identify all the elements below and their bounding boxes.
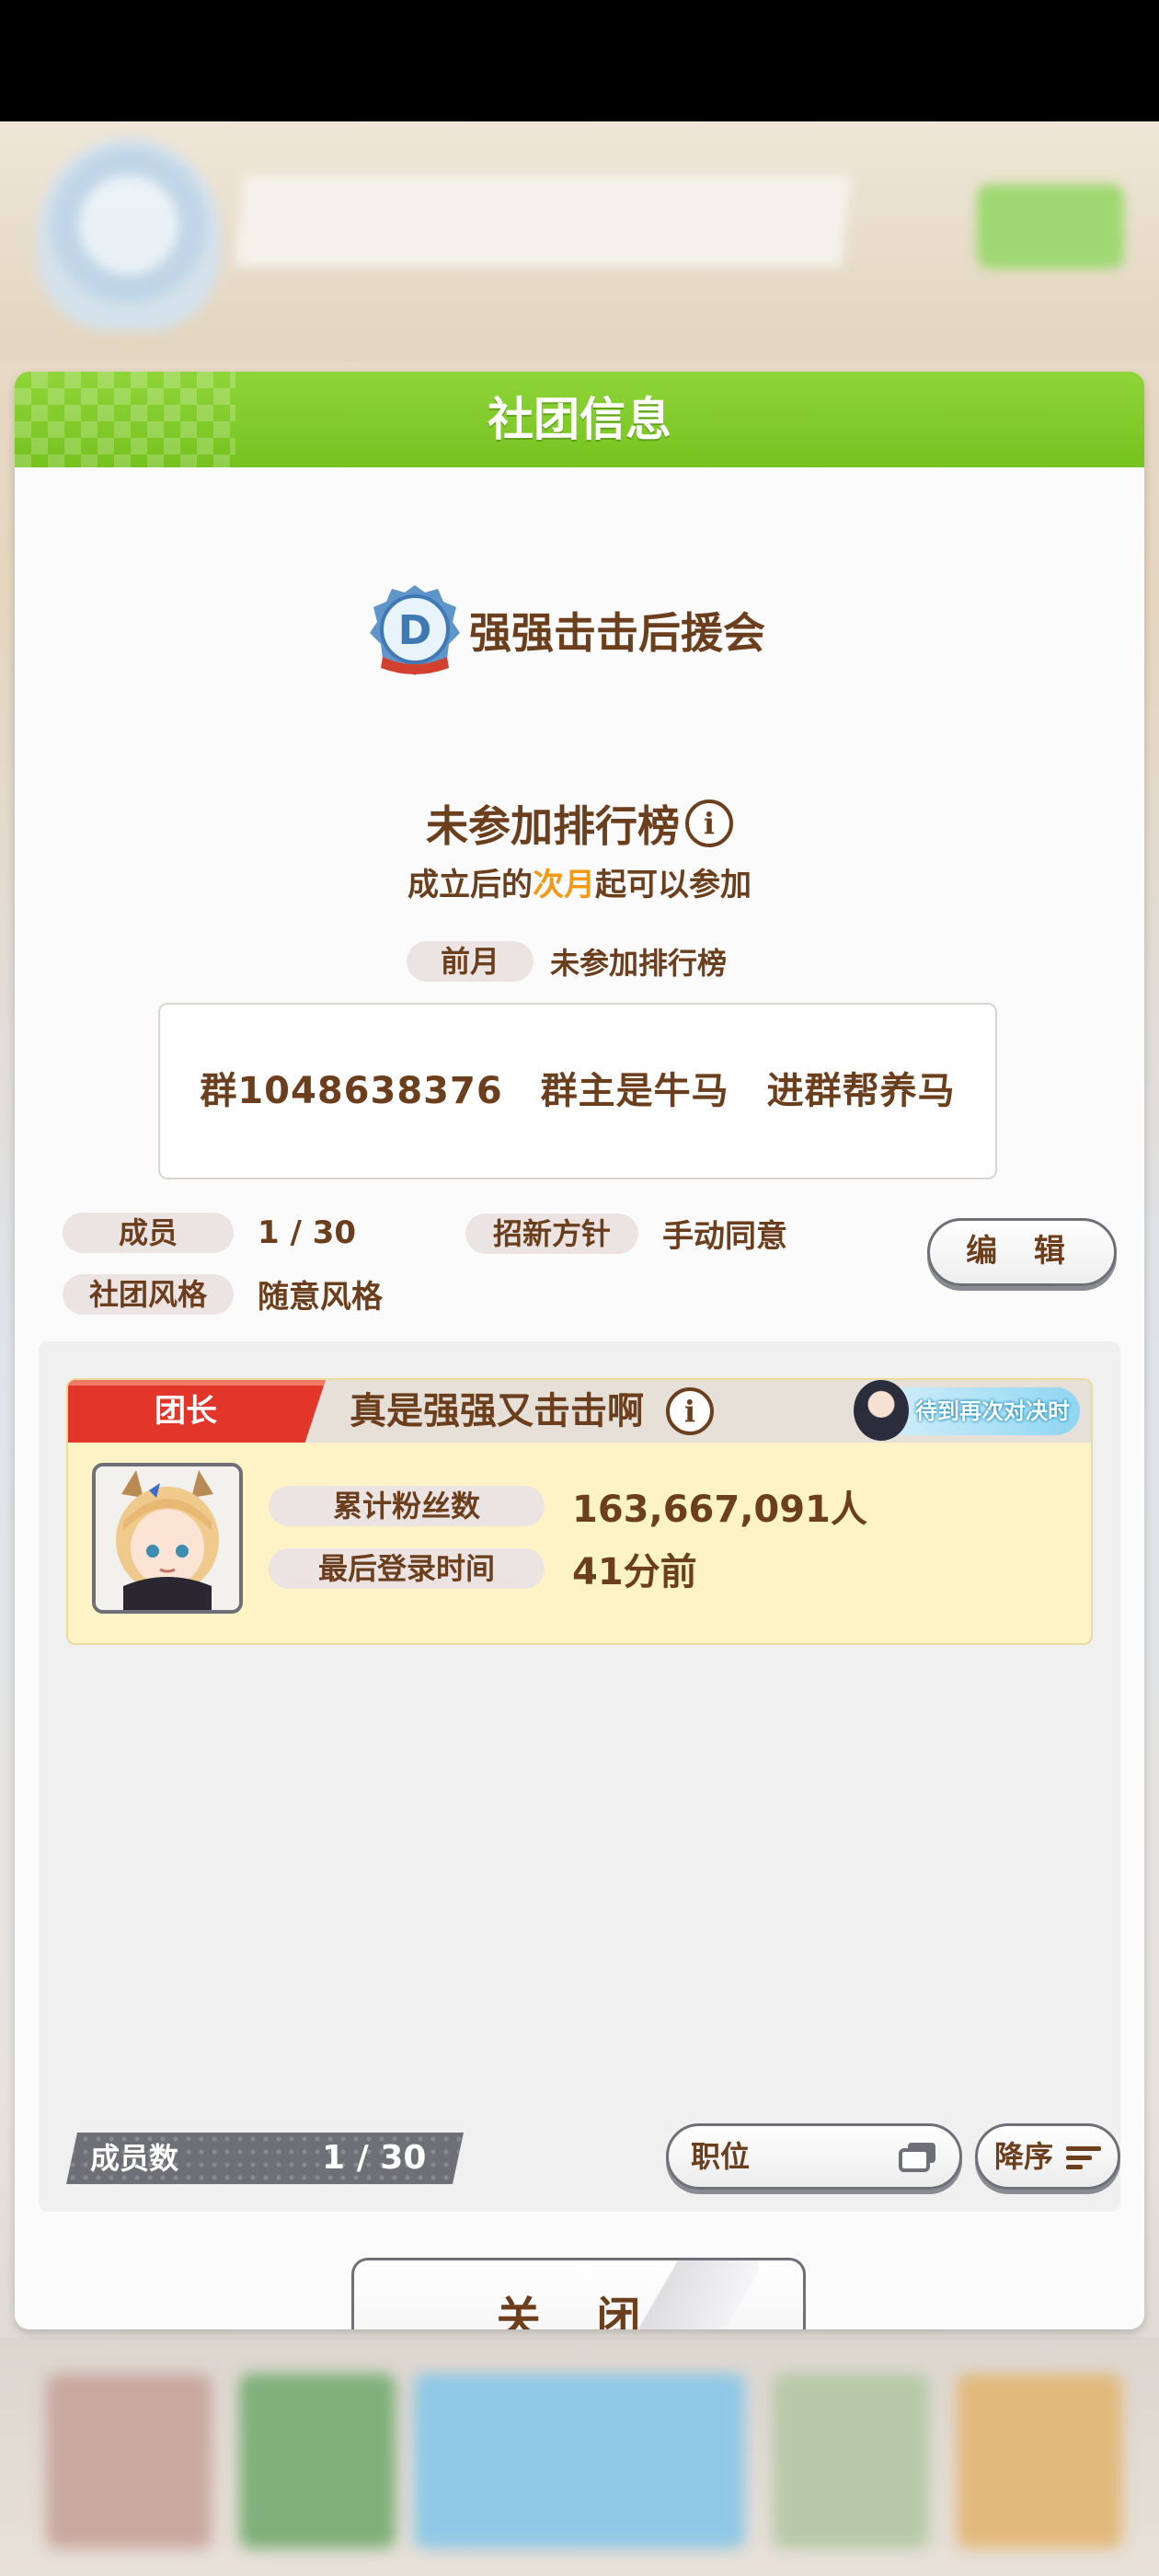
- background-name-bar: [234, 175, 852, 267]
- fans-value: 163,667,091人: [572, 1489, 867, 1531]
- members-row: 成员 1 / 30: [63, 1213, 356, 1253]
- last-login-row: 最后登录时间 41分前: [269, 1542, 697, 1595]
- previous-month-value: 未参加排行榜: [550, 946, 728, 981]
- sort-by-label: 职位: [691, 2139, 751, 2174]
- svg-text:D: D: [398, 607, 432, 654]
- background-nav-tile: [773, 2374, 929, 2548]
- background-nav-tile: [957, 2374, 1122, 2548]
- club-style-row: 社团风格 随意风格: [63, 1271, 383, 1317]
- dialog-title: 社团信息: [488, 393, 671, 446]
- member-count-bar: 成员数 1 / 30: [66, 2133, 464, 2184]
- club-info-dialog: 社团信息 D 强强击击后援会 未参加排行榜 i 成立后的次月起可以参加 前月 未参…: [15, 372, 1144, 2329]
- members-value: 1 / 30: [258, 1214, 357, 1251]
- rematch-badge: 待到再次对决时: [854, 1380, 1080, 1441]
- recruit-policy-value: 手动同意: [662, 1218, 787, 1255]
- member-list-panel: 团长 真是强强又击击啊 i 待到再次对决时 累计粉丝数 163,667,091人…: [39, 1341, 1120, 2212]
- ranking-status: 未参加排行榜 i: [15, 793, 1144, 854]
- previous-month-label: 前月: [407, 941, 534, 982]
- leader-role-label: 团长: [155, 1393, 217, 1430]
- club-header: D 强强击击后援会: [364, 580, 765, 681]
- last-login-value: 41分前: [572, 1551, 697, 1593]
- fans-row: 累计粉丝数 163,667,091人: [269, 1479, 867, 1533]
- close-button-label: 关 闭: [496, 2293, 661, 2329]
- character-portrait-icon: [96, 1466, 239, 1610]
- sort-by-position-button[interactable]: 职位: [666, 2123, 962, 2190]
- edit-button[interactable]: 编 辑: [927, 1218, 1117, 1286]
- ranking-status-title: 未参加排行榜: [426, 801, 680, 851]
- last-login-label: 最后登录时间: [269, 1548, 545, 1589]
- member-count-value: 1 / 30: [322, 2139, 427, 2177]
- ranking-sub-prefix: 成立后的: [407, 867, 533, 903]
- member-avatar[interactable]: [92, 1463, 243, 1614]
- ranking-sub-suffix: 起可以参加: [595, 867, 752, 903]
- club-emblem-icon: D: [370, 585, 460, 675]
- background-nav-tile: [46, 2374, 212, 2548]
- ranking-sub-highlight: 次月: [533, 867, 595, 903]
- club-style-value: 随意风格: [258, 1279, 383, 1316]
- club-name: 强强击击后援会: [469, 608, 765, 658]
- info-icon[interactable]: i: [685, 799, 733, 847]
- club-description: 群1048638376 群主是牛马 进群帮养马: [200, 1070, 956, 1112]
- close-button[interactable]: 关 闭: [351, 2258, 806, 2329]
- dialog-body: D 强强击击后援会 未参加排行榜 i 成立后的次月起可以参加 前月 未参加排行榜 …: [15, 467, 1144, 2329]
- recruit-policy-row: 招新方针 手动同意: [465, 1211, 787, 1256]
- member-info-button[interactable]: i: [666, 1387, 714, 1435]
- sort-order-label: 降序: [994, 2139, 1054, 2174]
- ranking-subtitle: 成立后的次月起可以参加: [15, 859, 1144, 904]
- club-description-box: 群1048638376 群主是牛马 进群帮养马: [158, 1003, 997, 1179]
- dialog-header: 社团信息: [15, 372, 1144, 467]
- sort-order-button[interactable]: 降序: [975, 2123, 1120, 2190]
- background-nav-tile: [414, 2374, 745, 2548]
- member-name: 真是强强又击击啊: [350, 1390, 644, 1432]
- previous-month-row: 前月 未参加排行榜: [407, 940, 727, 983]
- window-toggle-icon: [899, 2143, 935, 2172]
- fans-label: 累计粉丝数: [269, 1486, 545, 1526]
- status-bar: [0, 0, 1159, 121]
- background-club-emblem: [37, 138, 221, 331]
- recruit-policy-label: 招新方针: [465, 1213, 638, 1254]
- member-card[interactable]: 团长 真是强强又击击啊 i 待到再次对决时 累计粉丝数 163,667,091人…: [66, 1378, 1093, 1645]
- rematch-badge-label: 待到再次对决时: [915, 1398, 1070, 1424]
- sort-descending-icon: [1066, 2146, 1101, 2169]
- background-nav-tile: [239, 2374, 396, 2548]
- members-label: 成员: [63, 1213, 234, 1253]
- background-green-button: [977, 184, 1124, 269]
- member-count-label: 成员数: [90, 2141, 179, 2176]
- rematch-character-icon: [854, 1380, 909, 1441]
- info-icon[interactable]: i: [666, 1387, 714, 1435]
- club-style-label: 社团风格: [63, 1273, 234, 1315]
